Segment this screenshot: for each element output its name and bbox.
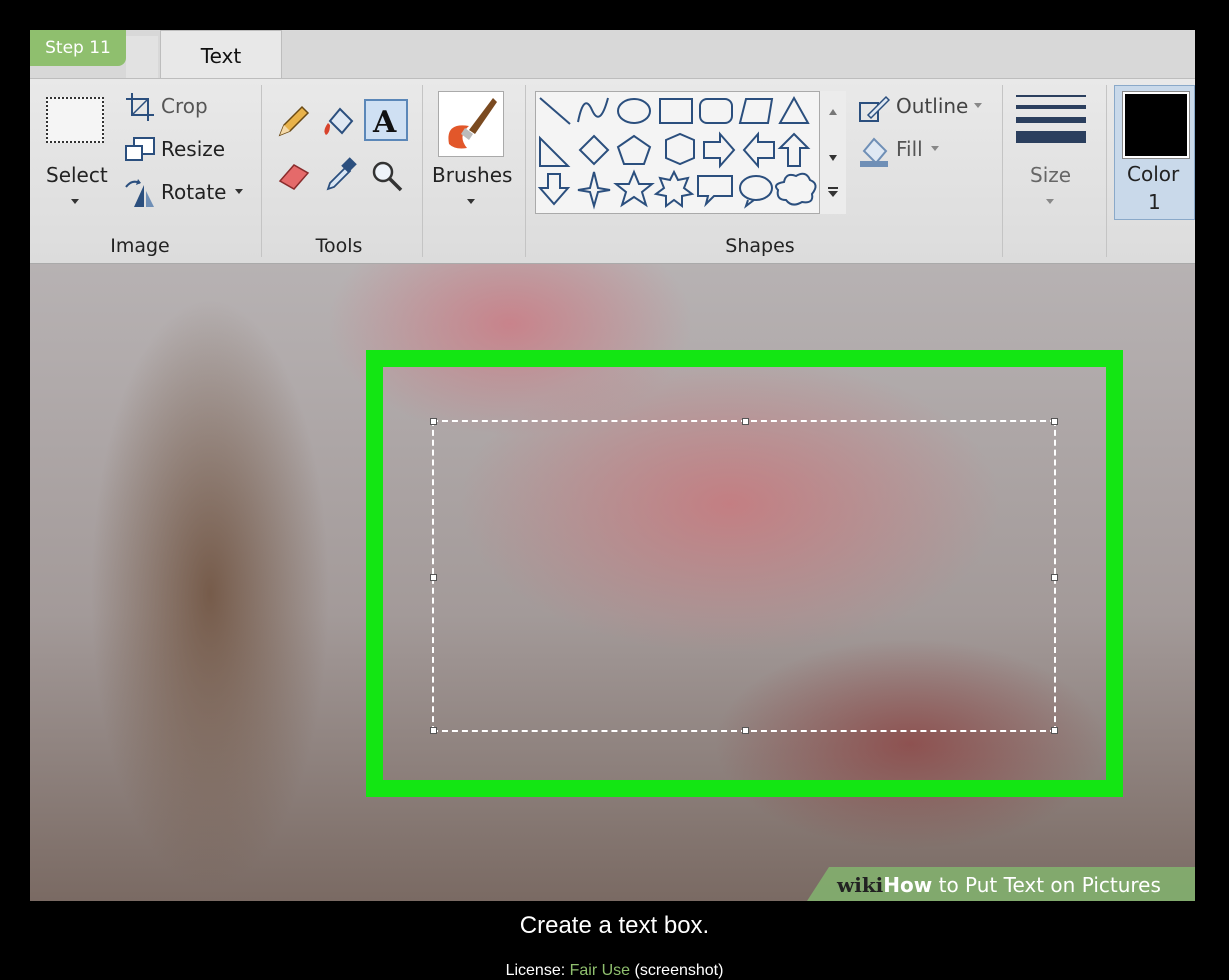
license-suffix: (screenshot) xyxy=(630,962,724,979)
tools-group-label: Tools xyxy=(315,235,363,257)
resize-handle-s[interactable] xyxy=(742,727,749,734)
color1-number: 1 xyxy=(1148,190,1161,214)
resize-handle-sw[interactable] xyxy=(430,727,437,734)
resize-handle-n[interactable] xyxy=(742,418,749,425)
paint-window: Text Step 11 Select Crop Resize Rotate I… xyxy=(30,30,1195,901)
pencil-icon[interactable] xyxy=(276,105,310,139)
outline-button[interactable]: Outline xyxy=(896,94,968,118)
ribbon: Select Crop Resize Rotate Image A Tools … xyxy=(30,78,1195,264)
size-caret-icon xyxy=(1046,199,1054,204)
brushes-icon[interactable] xyxy=(438,91,504,157)
wikihow-watermark: wikiHow to Put Text on Pictures xyxy=(807,867,1195,901)
crop-button[interactable]: Crop xyxy=(161,94,208,118)
tab-home[interactable] xyxy=(126,36,158,78)
line-size-icon xyxy=(1016,95,1086,143)
fill-bucket-icon[interactable] xyxy=(320,103,358,141)
license-line: License: Fair Use (screenshot) xyxy=(0,962,1229,980)
fill-icon[interactable] xyxy=(858,135,890,169)
shapes-grid-icon[interactable] xyxy=(536,92,820,213)
select-button-label[interactable]: Select xyxy=(46,163,108,187)
license-link[interactable]: Fair Use xyxy=(570,962,630,979)
tab-text[interactable]: Text xyxy=(160,30,282,78)
license-prefix: License: xyxy=(505,962,570,979)
text-box-selection[interactable] xyxy=(430,418,1058,734)
resize-icon[interactable] xyxy=(124,135,156,165)
group-separator xyxy=(261,85,262,257)
outline-icon[interactable] xyxy=(858,95,890,123)
image-group-label: Image xyxy=(110,235,170,257)
eraser-icon[interactable] xyxy=(276,159,312,191)
rotate-button[interactable]: Rotate xyxy=(161,180,226,204)
resize-handle-nw[interactable] xyxy=(430,418,437,425)
text-tool-icon[interactable]: A xyxy=(364,99,408,141)
watermark-title: to Put Text on Pictures xyxy=(938,873,1161,897)
color1-label: Color xyxy=(1127,162,1180,186)
group-separator xyxy=(525,85,526,257)
drawing-canvas[interactable]: wikiHow to Put Text on Pictures xyxy=(30,264,1195,901)
crop-icon[interactable] xyxy=(124,91,156,123)
size-label: Size xyxy=(1030,163,1072,187)
shapes-gallery[interactable] xyxy=(535,91,845,214)
expand-gallery-icon xyxy=(828,191,838,197)
ribbon-tabstrip: Text xyxy=(30,30,1195,78)
color1-swatch xyxy=(1122,91,1190,159)
fill-caret-icon[interactable] xyxy=(931,146,939,151)
shapes-scrollbar[interactable] xyxy=(819,91,846,214)
watermark-brand-suffix: How xyxy=(883,873,933,897)
watermark-brand-prefix: wiki xyxy=(837,873,884,897)
select-caret-icon[interactable] xyxy=(71,199,79,204)
resize-handle-se[interactable] xyxy=(1051,727,1058,734)
shapes-group-label: Shapes xyxy=(725,235,795,257)
select-icon[interactable] xyxy=(46,97,104,143)
resize-handle-e[interactable] xyxy=(1051,574,1058,581)
brushes-caret-icon[interactable] xyxy=(467,199,475,204)
group-separator xyxy=(422,85,423,257)
svg-text:A: A xyxy=(372,105,397,139)
size-button[interactable]: Size xyxy=(1002,79,1106,265)
step-caption: Create a text box. xyxy=(519,912,710,939)
brushes-button-label[interactable]: Brushes xyxy=(432,163,512,187)
group-separator xyxy=(1106,85,1107,257)
fill-button[interactable]: Fill xyxy=(896,137,923,161)
rotate-icon[interactable] xyxy=(122,177,156,209)
outline-caret-icon[interactable] xyxy=(974,103,982,108)
scroll-down-icon xyxy=(829,155,837,161)
resize-button[interactable]: Resize xyxy=(161,137,225,161)
magnifier-icon[interactable] xyxy=(370,159,404,193)
resize-handle-w[interactable] xyxy=(430,574,437,581)
color1-button[interactable]: Color 1 xyxy=(1114,85,1195,220)
color-picker-icon[interactable] xyxy=(324,157,358,193)
rotate-caret-icon[interactable] xyxy=(235,189,243,194)
scroll-up-icon xyxy=(829,109,837,115)
resize-handle-ne[interactable] xyxy=(1051,418,1058,425)
step-badge: Step 11 xyxy=(30,30,126,66)
